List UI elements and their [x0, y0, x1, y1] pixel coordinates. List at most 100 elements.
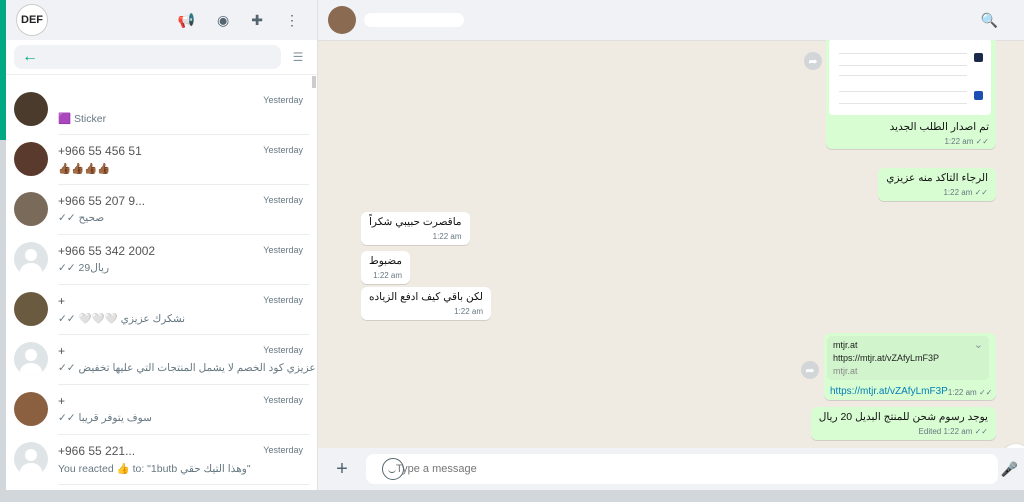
chat-list-item[interactable]: + Yesterday ✓✓ سوف يتوفر قريبا: [6, 384, 317, 435]
chat-time: Yesterday: [263, 444, 303, 455]
message-time: 1:22 am: [432, 232, 462, 241]
link-title: mtjr.at: [833, 340, 858, 350]
contact-name[interactable]: [364, 13, 464, 27]
chat-preview: ✓✓ 🤍🤍🤍 نشكرك عزيزي: [58, 312, 186, 325]
new-chat-icon[interactable]: ✚: [251, 12, 263, 29]
incoming-message[interactable]: مضبوط 1:22 am: [361, 251, 411, 284]
link-url-line: https://mtjr.at/vZAfyLmF3P: [833, 353, 940, 363]
composer: + 🎤: [318, 448, 1024, 490]
chat-preview: 👍🏾👍🏾👍🏾👍🏾: [58, 162, 111, 175]
forward-icon[interactable]: ➦: [801, 361, 819, 379]
chat-item-body: Yesterday 🟪 Sticker: [58, 84, 309, 135]
chat-name: +: [58, 393, 66, 408]
link-message[interactable]: ⌄ mtjr.at https://mtjr.at/vZAfyLmF3P mtj…: [824, 333, 996, 400]
image-message[interactable]: تم اصدار الطلب الجديد 1:22 am ✓✓: [826, 40, 996, 149]
search-input[interactable]: [48, 48, 281, 66]
chat-preview: ✓✓ صحيح: [58, 211, 105, 224]
sidebar-header: DEF 📢 ◉ ✚ ⋮: [6, 0, 317, 40]
outgoing-message[interactable]: يوجد رسوم شحن للمنتج البديل 20 ريال Edit…: [810, 407, 996, 440]
incoming-message[interactable]: ماقصرت حبيبي شكراً 1:22 am: [361, 212, 470, 245]
chat-list-item[interactable]: +966 55 456 51 Yesterday 👍🏾👍🏾👍🏾👍🏾: [6, 134, 317, 185]
chat-preview: ✓✓ عزيزي كود الخصم لا يشمل المنتجات التي…: [58, 361, 316, 374]
chat-item-body: +966 55 342 2002 Yesterday ✓✓ 29ريال: [58, 234, 309, 285]
back-arrow-icon[interactable]: ←: [22, 48, 38, 66]
double-tick-icon: ✓✓: [974, 427, 988, 436]
message-text: الرجاء التاكد منه عزيزي: [886, 172, 988, 184]
avatar[interactable]: [14, 392, 48, 426]
link-domain: mtjr.at: [833, 366, 858, 376]
chat-time: Yesterday: [263, 94, 303, 105]
chat-preview: You reacted 👍 to: "1butb وهذا التيك حقي": [58, 462, 251, 475]
profile-logo[interactable]: DEF: [16, 4, 48, 36]
message-text: مضبوط: [369, 255, 403, 267]
chat-list-item[interactable]: + Yesterday ✓✓ عزيزي كود الخصم لا يشمل الم…: [6, 334, 317, 385]
avatar[interactable]: [14, 142, 48, 176]
avatar[interactable]: [14, 192, 48, 226]
chat-time: Yesterday: [263, 194, 303, 205]
chat-list-item[interactable]: +966 55 221... Yesterday You reacted 👍 to:…: [6, 434, 317, 485]
message-link[interactable]: https://mtjr.at/vZAfyLmF3P: [830, 386, 948, 397]
menu-icon[interactable]: ⋮: [285, 12, 299, 29]
chat-name: +: [58, 343, 66, 358]
search-bar: ← ☰: [6, 40, 317, 75]
microphone-icon[interactable]: 🎤: [1001, 461, 1018, 478]
double-tick-icon: ✓✓: [974, 188, 988, 197]
avatar[interactable]: [14, 442, 48, 476]
sidebar: DEF 📢 ◉ ✚ ⋮ ← ☰ Yesterday 🟪 Sticker +966 5…: [6, 0, 318, 490]
chat-item-body: +966 55 207 9... Yesterday ✓✓ صحيح: [58, 184, 309, 235]
chat-list-item[interactable]: + Yesterday ✓✓ 🤍🤍🤍 نشكرك عزيزي: [6, 284, 317, 335]
message-time: 1:22 am: [944, 137, 974, 146]
order-image[interactable]: [829, 40, 991, 115]
forward-icon[interactable]: ➦: [804, 52, 822, 70]
edited-label: Edited: [918, 427, 942, 436]
chat-name: +: [58, 293, 66, 308]
avatar[interactable]: [14, 92, 48, 126]
message-time: 1:22 am: [454, 307, 483, 316]
message-text: لكن باقي كيف ادفع الزياده: [369, 291, 483, 303]
conversation-header: 🔍: [318, 0, 1024, 41]
status-icon[interactable]: ◉: [217, 12, 229, 29]
chat-item-body: + Yesterday ✓✓ سوف يتوفر قريبا: [58, 384, 309, 435]
filter-icon[interactable]: ☰: [287, 50, 309, 64]
chat-name: +966 55 456 51: [58, 143, 142, 158]
attach-plus-icon[interactable]: +: [328, 458, 356, 481]
message-time: 1:22 am: [943, 427, 973, 436]
avatar[interactable]: [14, 242, 48, 276]
bottom-strip: [0, 490, 1024, 502]
chat-list: Yesterday 🟪 Sticker +966 55 456 51 Yesterda…: [6, 84, 317, 490]
chat-preview: ✓✓ 29ريال: [58, 261, 110, 274]
conversation-panel: 🔍 ➦ تم اصدار الطلب الجديد 1:22 am ✓✓ الر…: [318, 0, 1024, 490]
message-time: 1:22 am: [373, 271, 403, 280]
message-input[interactable]: [366, 454, 998, 484]
incoming-message[interactable]: لكن باقي كيف ادفع الزياده 1:22 am: [361, 287, 491, 320]
message-text: يوجد رسوم شحن للمنتج البديل 20 ريال: [818, 411, 988, 423]
chat-item-body: +966 55 221... Yesterday You reacted 👍 to:…: [58, 434, 309, 485]
double-tick-icon: ✓✓: [975, 137, 989, 146]
chat-list-item[interactable]: +966 55 207 9... Yesterday ✓✓ صحيح: [6, 184, 317, 235]
chat-preview: ✓✓ سوف يتوفر قريبا: [58, 411, 152, 424]
chat-item-body: + Yesterday ✓✓ 🤍🤍🤍 نشكرك عزيزي: [58, 284, 309, 335]
double-tick-icon: ✓✓: [978, 388, 993, 397]
chat-time: Yesterday: [263, 394, 303, 405]
search-box: ←: [14, 45, 281, 69]
megaphone-icon[interactable]: 📢: [178, 12, 195, 29]
chat-name: +966 55 342 2002: [58, 243, 156, 258]
avatar[interactable]: [14, 292, 48, 326]
chat-name: +966 55 221...: [58, 443, 136, 458]
outgoing-message[interactable]: الرجاء التاكد منه عزيزي 1:22 am ✓✓: [878, 168, 996, 201]
message-text: ماقصرت حبيبي شكراً: [369, 216, 462, 228]
chat-item-body: +966 55 456 51 Yesterday 👍🏾👍🏾👍🏾👍🏾: [58, 134, 309, 185]
message-time: 1:22 am: [947, 388, 977, 397]
chat-name: +966 55 207 9...: [58, 193, 146, 208]
message-time: 1:22 am: [943, 188, 973, 197]
link-preview[interactable]: ⌄ mtjr.at https://mtjr.at/vZAfyLmF3P mtj…: [827, 336, 989, 380]
search-icon[interactable]: 🔍: [981, 12, 998, 29]
chevron-down-icon[interactable]: ⌄: [974, 338, 983, 351]
chat-list-item[interactable]: +966 55 342 2002 Yesterday ✓✓ 29ريال: [6, 234, 317, 285]
contact-avatar[interactable]: [328, 6, 356, 34]
avatar[interactable]: [14, 342, 48, 376]
message-area: ➦ تم اصدار الطلب الجديد 1:22 am ✓✓ الرجا…: [318, 40, 1024, 448]
message-text: تم اصدار الطلب الجديد: [889, 121, 989, 133]
chat-list-item[interactable]: Yesterday 🟪 Sticker: [6, 84, 317, 135]
emoji-icon[interactable]: [382, 458, 404, 480]
